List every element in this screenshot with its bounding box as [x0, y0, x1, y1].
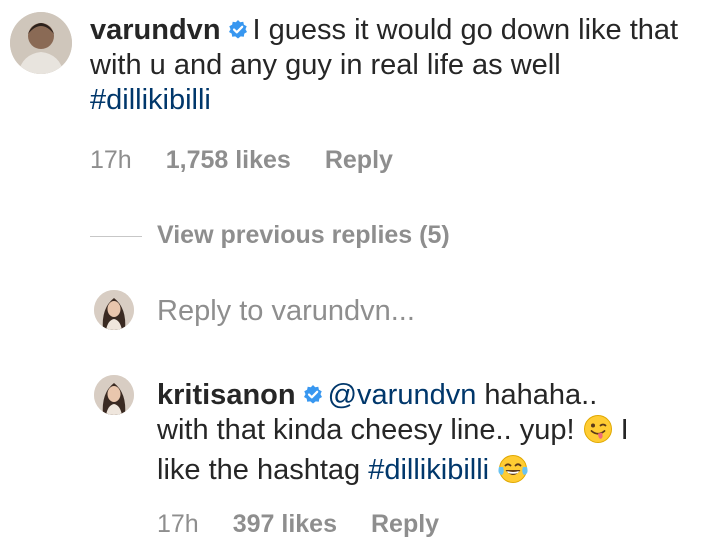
reply-button[interactable]: Reply [325, 146, 393, 174]
likes-count[interactable]: 397 likes [233, 510, 337, 538]
reply-button[interactable]: Reply [371, 510, 439, 538]
verified-badge-icon [302, 384, 324, 406]
view-previous-replies-button[interactable]: View previous replies (5) [157, 221, 450, 250]
hashtag-link[interactable]: #dillikibilli [90, 84, 211, 116]
comment-kritisanon-text-3: I [620, 414, 629, 446]
winking-face-with-tongue-emoji [583, 414, 613, 453]
reply-to-label: Reply to [157, 295, 264, 327]
avatar-kritisanon[interactable] [94, 375, 134, 415]
reply-input-placeholder[interactable]: Reply to varundvn... [157, 294, 415, 329]
comment-kritisanon-text-4: like the hashtag [157, 454, 361, 486]
comment-varundvn-meta: 17h 1,758 likes Reply [90, 146, 427, 175]
timestamp: 17h [157, 510, 199, 538]
reply-to-target: varundvn... [271, 295, 415, 327]
username-kritisanon[interactable]: kritisanon [157, 379, 296, 411]
replies-divider-line [90, 236, 142, 237]
comment-kritisanon: kritisanon @varundvn hahaha.. with that k… [157, 378, 707, 493]
avatar-current-user [94, 290, 134, 330]
avatar-varundvn[interactable] [10, 12, 72, 74]
comment-kritisanon-text-2: with that kinda cheesy line.. yup! [157, 414, 575, 446]
comment-kritisanon-meta: 17h 397 likes Reply [157, 510, 473, 539]
verified-badge-icon [227, 19, 249, 41]
timestamp: 17h [90, 146, 132, 174]
mention-link[interactable]: @varundvn [328, 379, 477, 411]
username-varundvn[interactable]: varundvn [90, 14, 221, 46]
comment-kritisanon-text-1: hahaha.. [484, 379, 598, 411]
hashtag-link[interactable]: #dillikibilli [368, 454, 489, 486]
likes-count[interactable]: 1,758 likes [166, 146, 291, 174]
comment-varundvn: varundvn I guess it would go down like th… [90, 13, 700, 118]
face-with-tears-of-joy-emoji [497, 454, 529, 493]
